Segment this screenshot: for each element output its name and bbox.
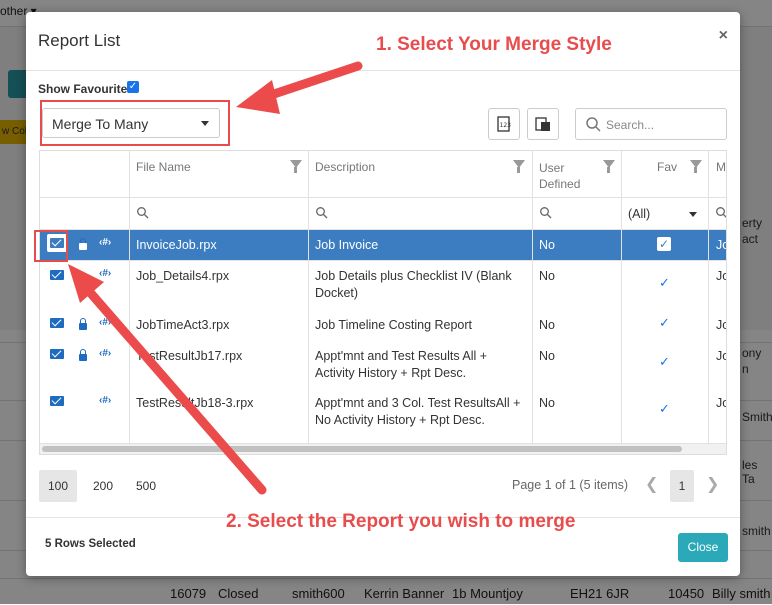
annotation-step2: 2. Select the Report you wish to merge <box>226 511 576 532</box>
annotation-arrow-2 <box>68 264 267 495</box>
annotation-arrow-1 <box>236 61 363 114</box>
annotation-step1: 1. Select Your Merge Style <box>376 34 612 55</box>
